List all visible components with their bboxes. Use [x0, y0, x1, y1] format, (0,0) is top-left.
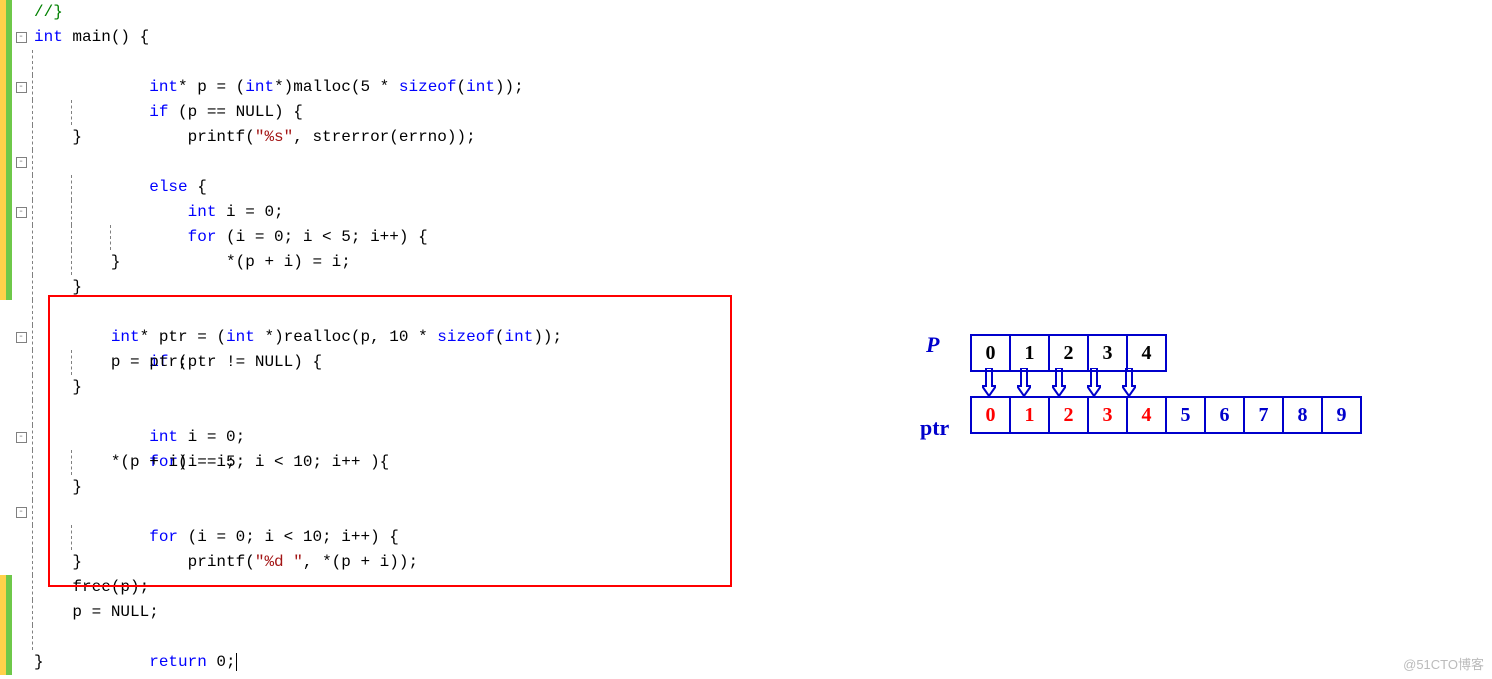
- minus-box-icon: -: [16, 332, 27, 343]
- down-arrow-icon: [1017, 368, 1031, 396]
- code-line: - if (ptr != NULL) {: [0, 325, 760, 350]
- minus-box-icon: -: [16, 32, 27, 43]
- cell: 2: [1048, 334, 1089, 372]
- cell: 3: [1087, 334, 1128, 372]
- code-line: free(p);: [0, 575, 760, 600]
- code-line: printf("%s", strerror(errno));: [0, 100, 760, 125]
- cell: 0: [970, 396, 1011, 434]
- cell: 4: [1126, 396, 1167, 434]
- code-line: return 0;: [0, 625, 760, 650]
- cell: 6: [1204, 396, 1245, 434]
- code-editor: //} - int main() { int* p = (int*)malloc…: [0, 0, 760, 675]
- fold-toggle[interactable]: -: [12, 150, 30, 175]
- code-line: int* p = (int*)malloc(5 * sizeof(int));: [0, 50, 760, 75]
- page: //} - int main() { int* p = (int*)malloc…: [0, 0, 1492, 679]
- fold-gutter[interactable]: [12, 0, 30, 25]
- code-text: //}: [34, 3, 63, 21]
- minus-box-icon: -: [16, 507, 27, 518]
- label-p: P: [926, 332, 939, 358]
- cell: 3: [1087, 396, 1128, 434]
- cell: 8: [1282, 396, 1323, 434]
- fold-toggle[interactable]: -: [12, 25, 30, 50]
- label-ptr: ptr: [920, 415, 949, 441]
- fold-toggle[interactable]: -: [12, 425, 30, 450]
- code-line: - for (i = 0; i < 5; i++) {: [0, 200, 760, 225]
- code-line: }: [0, 550, 760, 575]
- code-line: *(p + i) = i;: [0, 225, 760, 250]
- code-line: p = NULL;: [0, 600, 760, 625]
- cell: 7: [1243, 396, 1284, 434]
- code-line: printf("%d ", *(p + i));: [0, 525, 760, 550]
- copy-arrows: [970, 368, 1147, 396]
- minus-box-icon: -: [16, 207, 27, 218]
- watermark: @51CTO博客: [1403, 654, 1484, 673]
- fold-toggle[interactable]: -: [12, 75, 30, 100]
- code-line: - int main() {: [0, 25, 760, 50]
- code-line: int* ptr = (int *)realloc(p, 10 * sizeof…: [0, 300, 760, 325]
- down-arrow-icon: [982, 368, 996, 396]
- minus-box-icon: -: [16, 157, 27, 168]
- code-line: p = ptr;: [0, 350, 760, 375]
- cell: 5: [1165, 396, 1206, 434]
- cell: 4: [1126, 334, 1167, 372]
- down-arrow-icon: [1122, 368, 1136, 396]
- code-line: //}: [0, 0, 760, 25]
- cell: 2: [1048, 396, 1089, 434]
- code-line: - for(i = 5; i < 10; i++ ){: [0, 425, 760, 450]
- code-line: }: [0, 125, 760, 150]
- cell: 1: [1009, 396, 1050, 434]
- fold-toggle[interactable]: -: [12, 325, 30, 350]
- code-line: - for (i = 0; i < 10; i++) {: [0, 500, 760, 525]
- down-arrow-icon: [1087, 368, 1101, 396]
- code-line: - else {: [0, 150, 760, 175]
- array-ptr: 0 1 2 3 4 5 6 7 8 9: [970, 396, 1362, 434]
- cell: 1: [1009, 334, 1050, 372]
- minus-box-icon: -: [16, 82, 27, 93]
- fold-toggle[interactable]: -: [12, 500, 30, 525]
- cell: 9: [1321, 396, 1362, 434]
- code-line: }: [0, 475, 760, 500]
- fold-toggle[interactable]: -: [12, 200, 30, 225]
- down-arrow-icon: [1052, 368, 1066, 396]
- code-line: int i = 0;: [0, 400, 760, 425]
- minus-box-icon: -: [16, 432, 27, 443]
- code-line: }: [0, 250, 760, 275]
- code-line: int i = 0;: [0, 175, 760, 200]
- code-line: }: [0, 650, 760, 675]
- code-line: *(p + i) = i;: [0, 450, 760, 475]
- code-line: }: [0, 275, 760, 300]
- cell: 0: [970, 334, 1011, 372]
- code-line: }: [0, 375, 760, 400]
- array-p: 0 1 2 3 4: [970, 334, 1167, 372]
- code-line: - if (p == NULL) {: [0, 75, 760, 100]
